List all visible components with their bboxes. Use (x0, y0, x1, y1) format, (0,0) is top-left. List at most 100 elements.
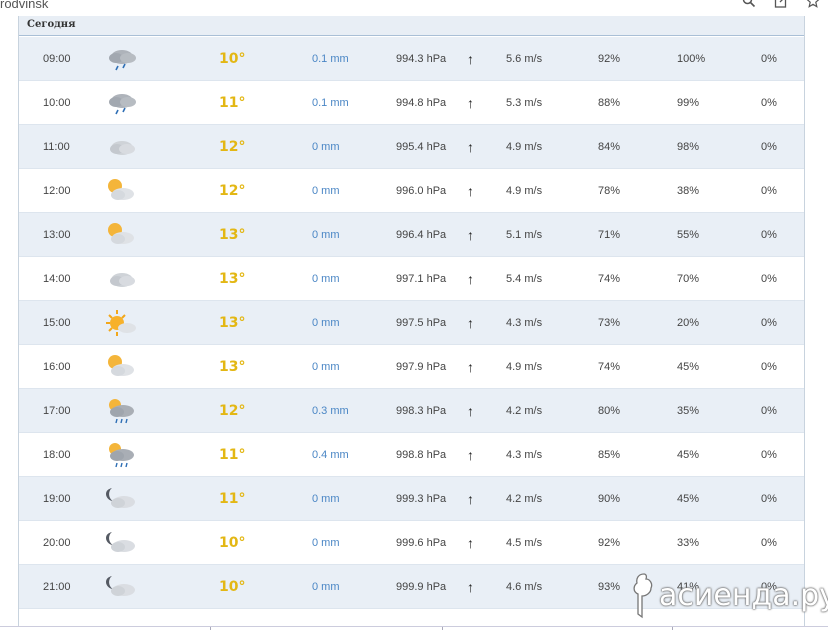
wind-speed-cell: 4.2 m/s (506, 493, 543, 505)
forecast-row: 14:00 13° 0 mm 997.1 hPa ↑ 5.4 m/s 74% 70% 0% (19, 257, 804, 301)
humidity-cell: 71% (598, 229, 621, 241)
humidity-cell: 85% (598, 449, 621, 461)
precip-probability-cell: 0% (761, 317, 777, 329)
pressure-cell: 997.5 hPa (396, 317, 447, 329)
humidity-cell: 84% (598, 141, 621, 153)
cloudiness-cell: 35% (677, 405, 700, 417)
wind-direction-cell: ↑ (467, 139, 474, 155)
temperature-cell: 11° (219, 491, 246, 507)
sun-cloud-icon (103, 353, 139, 383)
time-cell: 16:00 (43, 361, 71, 373)
cloudiness-cell: 98% (677, 141, 700, 153)
wind-speed-cell: 4.9 m/s (506, 185, 543, 197)
precip-probability-cell: 0% (761, 53, 777, 65)
humidity-cell: 73% (598, 317, 621, 329)
precip-probability-cell: 0% (761, 493, 777, 505)
star-icon[interactable] (806, 0, 820, 11)
humidity-cell: 92% (598, 53, 621, 65)
wind-direction-cell: ↑ (467, 579, 474, 595)
sun-cloud-icon (103, 177, 139, 207)
precip-probability-cell: 0% (761, 449, 777, 461)
time-cell: 20:00 (43, 537, 71, 549)
precipitation-cell: 0.1 mm (312, 97, 349, 109)
pressure-cell: 999.3 hPa (396, 493, 447, 505)
wind-direction-cell: ↑ (467, 271, 474, 287)
precip-probability-cell: 0% (761, 229, 777, 241)
address-bar[interactable]: rodvinsk (0, 0, 48, 11)
temperature-cell: 11° (219, 95, 246, 111)
pressure-cell: 999.9 hPa (396, 581, 447, 593)
temperature-cell: 10° (219, 51, 246, 67)
precipitation-cell: 0 mm (312, 361, 340, 373)
wind-direction-cell: ↑ (467, 183, 474, 199)
time-cell: 18:00 (43, 449, 71, 461)
cloudiness-cell: 33% (677, 537, 700, 549)
wind-speed-cell: 4.3 m/s (506, 317, 543, 329)
share-icon[interactable] (774, 0, 788, 11)
pressure-cell: 996.0 hPa (396, 185, 447, 197)
wind-speed-cell: 4.6 m/s (506, 581, 543, 593)
wind-direction-cell: ↑ (467, 403, 474, 419)
cloudiness-cell: 38% (677, 185, 700, 197)
temperature-cell: 13° (219, 227, 246, 243)
moon-cloud-icon (103, 529, 139, 559)
moon-cloud-icon (103, 485, 139, 515)
precipitation-cell: 0 mm (312, 581, 340, 593)
forecast-row: 18:00 11° 0.4 mm 998.8 hPa ↑ 4.3 m/s 85% 45% 0% (19, 433, 804, 477)
forecast-row: 13:00 13° 0 mm 996.4 hPa ↑ 5.1 m/s 71% 55% 0% (19, 213, 804, 257)
time-cell: 15:00 (43, 317, 71, 329)
time-cell: 09:00 (43, 53, 71, 65)
temperature-cell: 13° (219, 359, 246, 375)
pressure-cell: 994.8 hPa (396, 97, 447, 109)
cloud-rain-icon (103, 89, 139, 119)
cloudiness-cell: 100% (677, 53, 706, 65)
wind-speed-cell: 4.9 m/s (506, 361, 543, 373)
wind-direction-cell: ↑ (467, 315, 474, 331)
time-cell: 10:00 (43, 97, 71, 109)
section-title: Сегодня (27, 19, 76, 30)
cloud-icon (103, 265, 139, 295)
wind-direction-cell: ↑ (467, 359, 474, 375)
temperature-cell: 10° (219, 535, 246, 551)
humidity-cell: 78% (598, 185, 621, 197)
temperature-cell: 12° (219, 183, 246, 199)
time-cell: 19:00 (43, 493, 71, 505)
humidity-cell: 92% (598, 537, 621, 549)
wind-direction-cell: ↑ (467, 535, 474, 551)
search-icon[interactable] (742, 0, 756, 11)
precipitation-cell: 0 mm (312, 141, 340, 153)
precipitation-cell: 0 mm (312, 537, 340, 549)
cloudiness-cell: 70% (677, 273, 700, 285)
precipitation-cell: 0 mm (312, 273, 340, 285)
sun-cloud-rain-icon (103, 397, 139, 427)
watermark-logo-icon (633, 573, 653, 619)
precipitation-cell: 0.1 mm (312, 53, 349, 65)
humidity-cell: 74% (598, 361, 621, 373)
forecast-row: 11:00 12° 0 mm 995.4 hPa ↑ 4.9 m/s 84% 98% 0% (19, 125, 804, 169)
temperature-cell: 13° (219, 315, 246, 331)
forecast-row: 19:00 11° 0 mm 999.3 hPa ↑ 4.2 m/s 90% 45% 0% (19, 477, 804, 521)
cloudiness-cell: 45% (677, 361, 700, 373)
temperature-cell: 13° (219, 271, 246, 287)
sun-cloud-rain-icon (103, 441, 139, 471)
forecast-row: 17:00 12° 0.3 mm 998.3 hPa ↑ 4.2 m/s 80% 35% 0% (19, 389, 804, 433)
temperature-cell: 11° (219, 447, 246, 463)
precipitation-cell: 0 mm (312, 229, 340, 241)
precipitation-cell: 0 mm (312, 493, 340, 505)
pressure-cell: 999.6 hPa (396, 537, 447, 549)
temperature-cell: 12° (219, 403, 246, 419)
forecast-row: 16:00 13° 0 mm 997.9 hPa ↑ 4.9 m/s 74% 45% 0% (19, 345, 804, 389)
watermark-text: асиенда.ру (659, 578, 828, 613)
section-header: Сегодня (19, 16, 804, 36)
time-cell: 11:00 (43, 141, 70, 153)
pressure-cell: 996.4 hPa (396, 229, 447, 241)
watermark: асиенда.ру (625, 568, 828, 624)
cloudiness-cell: 45% (677, 493, 700, 505)
pressure-cell: 994.3 hPa (396, 53, 447, 65)
temperature-cell: 10° (219, 579, 246, 595)
humidity-cell: 90% (598, 493, 621, 505)
precip-probability-cell: 0% (761, 361, 777, 373)
temperature-cell: 12° (219, 139, 246, 155)
pressure-cell: 995.4 hPa (396, 141, 447, 153)
wind-direction-cell: ↑ (467, 491, 474, 507)
